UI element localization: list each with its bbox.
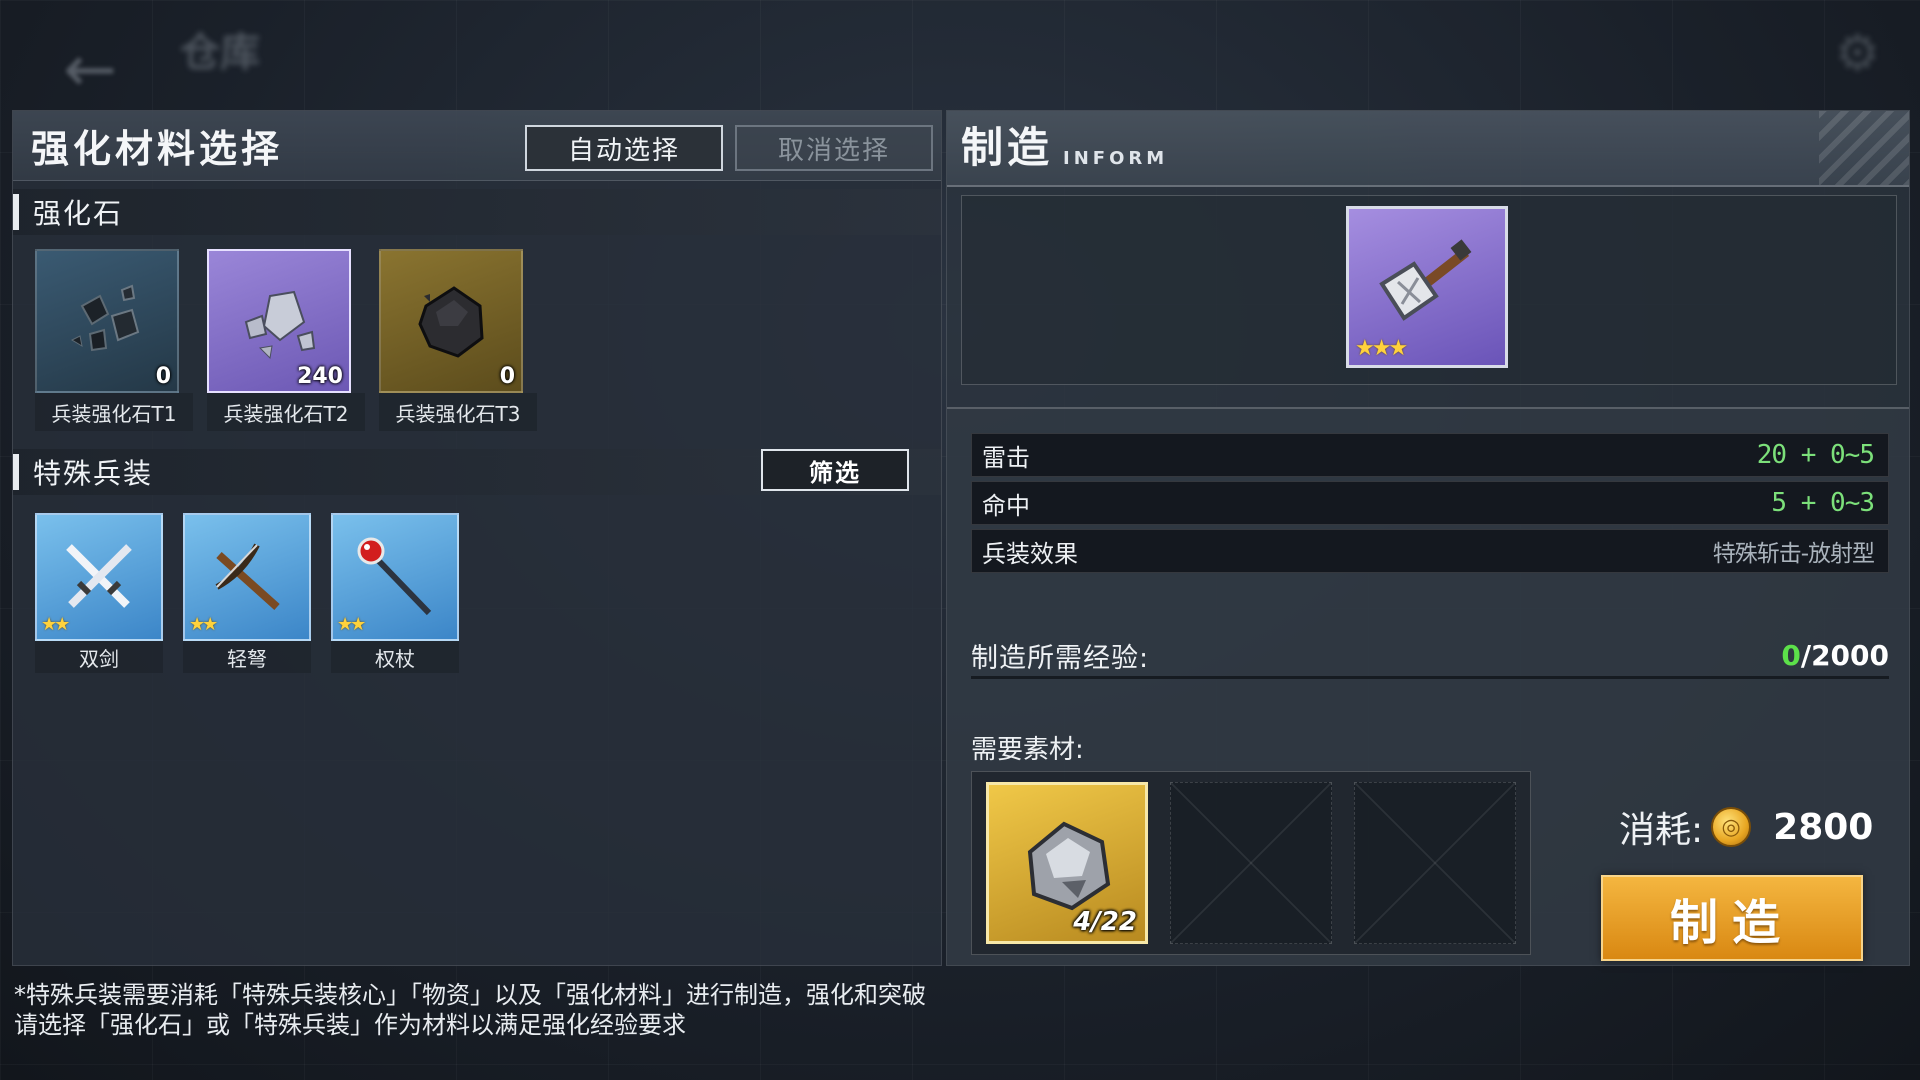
filter-button[interactable]: 筛选	[761, 449, 909, 491]
auto-select-button[interactable]: 自动选择	[525, 125, 723, 171]
weapons-section-header: 特殊兵装 筛选	[13, 449, 941, 495]
stat-value: 特殊斩击-放射型	[1712, 541, 1875, 567]
material-slot-empty	[1354, 782, 1516, 944]
weapon-item-scepter[interactable]: ★★ 权杖	[331, 513, 459, 673]
craft-button[interactable]: 制造	[1601, 875, 1863, 961]
exp-label: 制造所需经验:	[971, 643, 1150, 674]
footnotes: *特殊兵装需要消耗「特殊兵装核心」「物资」以及「强化材料」进行制造，强化和突破 …	[14, 980, 926, 1040]
material-select-panel: 强化材料选择 自动选择 取消选择 强化石 0 兵装强化石T1 240 兵装强化石…	[12, 110, 942, 966]
scepter-icon	[357, 537, 432, 616]
settings-icon: ⚙	[1835, 24, 1880, 82]
exp-current: 0	[1781, 639, 1801, 672]
stat-label: 命中	[982, 491, 1030, 520]
stone-item-t3[interactable]: 0 兵装强化石T3	[379, 249, 537, 431]
cost-value: 2800	[1773, 806, 1874, 848]
crossbow-icon	[215, 543, 280, 610]
weapon-name: 权杖	[331, 641, 459, 673]
stat-area: 雷击 20 + 0~5 命中 5 + 0~3 兵装效果 特殊斩击-放射型 制造所…	[947, 407, 1909, 965]
stone-count: 240	[297, 364, 343, 389]
weapon-thumbnail: ★★	[331, 513, 459, 641]
top-title: 仓库	[180, 30, 260, 76]
craft-title: 制造	[961, 123, 1054, 172]
back-arrow-icon[interactable]: ←	[40, 30, 140, 110]
stone-thumbnail: 0	[35, 249, 179, 393]
material-count: 4/22	[1073, 907, 1137, 937]
header-stripes	[1819, 111, 1909, 185]
stone-count: 0	[155, 364, 171, 389]
stone-shards-icon	[70, 284, 140, 352]
stone-item-t2[interactable]: 240 兵装强化石T2	[207, 249, 365, 431]
weapon-thumbnail: ★★	[35, 513, 163, 641]
preview-area: ★★★	[961, 195, 1897, 385]
material-slot-empty	[1170, 782, 1332, 944]
coin-icon: ◎	[1711, 807, 1752, 847]
craft-subtitle: INFORM	[1063, 148, 1169, 169]
footnote-line: *特殊兵装需要消耗「特殊兵装核心」「物资」以及「强化材料」进行制造，强化和突破	[14, 981, 926, 1009]
dual-swords-icon	[66, 544, 132, 608]
cancel-select-button[interactable]: 取消选择	[735, 125, 933, 171]
stone-thumbnail: 0	[379, 249, 523, 393]
weapon-list: ★★ 双剑 ★★ 轻弩 ★★ 权杖	[13, 495, 941, 673]
weapon-name: 轻弩	[183, 641, 311, 673]
stone-count: 0	[499, 364, 515, 389]
material-select-header: 强化材料选择 自动选择 取消选择	[13, 111, 941, 181]
cost-label: 消耗:	[1619, 810, 1704, 851]
material-slot-filled[interactable]: 4/22	[986, 782, 1148, 944]
rarity-stars: ★★	[189, 614, 218, 635]
materials-label: 需要素材:	[971, 735, 1084, 765]
stat-label: 兵装效果	[982, 539, 1078, 568]
stone-name: 兵装强化石T2	[207, 393, 365, 431]
rarity-stars: ★★★	[1355, 336, 1408, 361]
panel-title: 强化材料选择	[31, 127, 284, 171]
stat-label: 雷击	[982, 443, 1030, 472]
stat-row-thunder: 雷击 20 + 0~5	[971, 433, 1889, 477]
rarity-stars: ★★	[41, 614, 70, 635]
craft-panel: 制造 INFORM ★★★ 雷击 20 + 0~5 命中 5 + 0~3 兵装效…	[946, 110, 1910, 966]
section-accent	[13, 454, 19, 490]
materials-box: 4/22	[971, 771, 1531, 955]
stones-section-header: 强化石	[13, 189, 941, 235]
weapon-thumbnail: ★★	[183, 513, 311, 641]
stat-value: 5 + 0~3	[1771, 488, 1875, 518]
section-label: 强化石	[33, 197, 124, 230]
stone-name: 兵装强化石T1	[35, 393, 193, 431]
footnote-line: 请选择「强化石」或「特殊兵装」作为材料以满足强化经验要求	[14, 1011, 686, 1039]
rarity-stars: ★★	[337, 614, 366, 635]
section-accent	[13, 194, 19, 230]
top-bar: ← 仓库 ⚙	[0, 0, 1920, 110]
weapon-name: 双剑	[35, 641, 163, 673]
weapon-item-dual-swords[interactable]: ★★ 双剑	[35, 513, 163, 673]
stat-value: 20 + 0~5	[1756, 440, 1875, 470]
stone-name: 兵装强化石T3	[379, 393, 537, 431]
exp-value: 0/2000	[1781, 639, 1889, 672]
stone-item-t1[interactable]: 0 兵装强化石T1	[35, 249, 193, 431]
section-label: 特殊兵装	[33, 457, 154, 490]
cost-row: 消耗: ◎ 2800	[1619, 801, 1873, 853]
exp-total: /2000	[1800, 639, 1889, 672]
stone-thumbnail: 240	[207, 249, 351, 393]
stat-row-accuracy: 命中 5 + 0~3	[971, 481, 1889, 525]
stat-row-effect: 兵装效果 特殊斩击-放射型	[971, 529, 1889, 573]
hammer-icon	[1379, 239, 1472, 321]
crafted-weapon-preview[interactable]: ★★★	[1346, 206, 1508, 368]
craft-header: 制造 INFORM	[947, 111, 1909, 187]
stone-list: 0 兵装强化石T1 240 兵装强化石T2 0 兵装强化石T3	[13, 235, 941, 431]
stone-rock-icon	[418, 286, 484, 358]
stone-shards-icon	[244, 290, 316, 360]
weapon-item-light-crossbow[interactable]: ★★ 轻弩	[183, 513, 311, 673]
exp-requirement: 制造所需经验: 0/2000	[971, 635, 1889, 679]
